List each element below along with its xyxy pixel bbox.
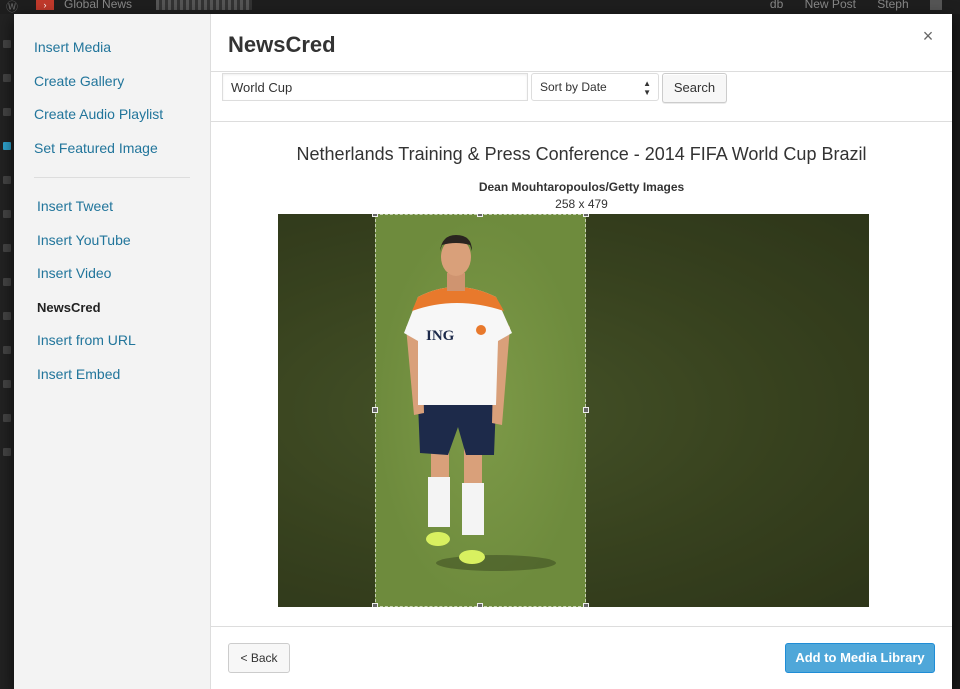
select-arrows-icon: ▲ ▼: [643, 79, 651, 97]
frame-footer: < Back Add to Media Library: [211, 626, 952, 689]
admin-bar-item[interactable]: db: [770, 0, 783, 11]
search-toolbar: Sort by Date ▲▼ Search: [211, 72, 952, 122]
collapse-icon[interactable]: [3, 448, 11, 456]
crop-handle-bottom-left[interactable]: [372, 603, 378, 607]
media-modal: Insert Media Create Gallery Create Audio…: [14, 14, 952, 689]
media-menu-group-secondary: Insert Tweet Insert YouTube Insert Video…: [14, 190, 210, 391]
admin-bar: Ⓦ › Global News db New Post Steph: [0, 0, 960, 14]
menu-item-insert-youtube[interactable]: Insert YouTube: [14, 224, 210, 258]
crop-handle-top-left[interactable]: [372, 214, 378, 217]
tools-icon[interactable]: [3, 380, 11, 388]
dashboard-icon[interactable]: [3, 40, 11, 48]
admin-bar-new-post[interactable]: New Post: [805, 0, 856, 11]
admin-right-edge: [952, 14, 960, 689]
crop-handle-top-right[interactable]: [583, 214, 589, 217]
crop-selection[interactable]: ING: [375, 214, 586, 607]
site-icon[interactable]: ›: [36, 0, 54, 10]
menu-item-newscred[interactable]: NewsCred: [14, 291, 210, 325]
menu-item-insert-media[interactable]: Insert Media: [14, 31, 210, 65]
media-icon[interactable]: [3, 176, 11, 184]
updates-icon[interactable]: [3, 74, 11, 82]
image-details: Netherlands Training & Press Conference …: [211, 122, 952, 626]
site-name[interactable]: Global News: [64, 0, 132, 11]
pages-icon[interactable]: [3, 210, 11, 218]
avatar[interactable]: [930, 0, 942, 10]
page-title: NewsCred: [228, 32, 336, 57]
wordpress-icon[interactable]: Ⓦ: [6, 0, 18, 14]
shirt-text: ING: [426, 328, 455, 344]
appearance-icon[interactable]: [3, 278, 11, 286]
pin-icon[interactable]: [3, 142, 11, 150]
search-button[interactable]: Search: [662, 73, 727, 103]
posts-icon[interactable]: [3, 108, 11, 116]
image-crop-area[interactable]: ING: [278, 214, 869, 607]
image-title: Netherlands Training & Press Conference …: [296, 144, 867, 164]
menu-item-create-gallery[interactable]: Create Gallery: [14, 65, 210, 99]
menu-item-set-featured-image[interactable]: Set Featured Image: [14, 132, 210, 166]
settings-icon[interactable]: [3, 414, 11, 422]
image-credit: Dean Mouhtaropoulos/Getty Images: [478, 180, 685, 194]
menu-item-create-audio-playlist[interactable]: Create Audio Playlist: [14, 98, 210, 132]
crop-handle-bottom-right[interactable]: [583, 603, 589, 607]
back-button[interactable]: < Back: [228, 643, 290, 673]
admin-bar-user[interactable]: Steph: [877, 0, 908, 11]
sort-select[interactable]: Sort by Date ▲ ▼: [531, 73, 659, 101]
sort-select-value: Sort by Date: [540, 80, 607, 94]
media-menu-group-primary: Insert Media Create Gallery Create Audio…: [14, 14, 210, 165]
frame-title: NewsCred ×: [211, 14, 952, 72]
admin-sidebar: [0, 14, 14, 689]
media-menu: Insert Media Create Gallery Create Audio…: [14, 14, 211, 689]
player-photo: ING: [404, 235, 556, 571]
users-icon[interactable]: [3, 346, 11, 354]
crop-handle-bottom[interactable]: [477, 603, 483, 607]
crop-overlay-left: [278, 214, 375, 607]
menu-item-insert-tweet[interactable]: Insert Tweet: [14, 190, 210, 224]
close-icon[interactable]: ×: [916, 24, 940, 48]
add-to-media-library-button[interactable]: Add to Media Library: [785, 643, 935, 673]
menu-item-insert-embed[interactable]: Insert Embed: [14, 358, 210, 392]
admin-bar-right: db New Post Steph: [752, 0, 942, 11]
comments-icon[interactable]: [3, 244, 11, 252]
crop-handle-top[interactable]: [477, 214, 483, 217]
site-thumbnail: [156, 0, 252, 10]
plugins-icon[interactable]: [3, 312, 11, 320]
menu-item-insert-from-url[interactable]: Insert from URL: [14, 324, 210, 358]
search-input[interactable]: [222, 73, 528, 101]
crop-overlay-right: [586, 214, 869, 607]
menu-item-insert-video[interactable]: Insert Video: [14, 257, 210, 291]
crop-handle-left[interactable]: [372, 407, 378, 413]
crop-handle-right[interactable]: [583, 407, 589, 413]
image-dimensions: 258 x 479: [555, 197, 608, 211]
menu-separator: [34, 177, 190, 178]
